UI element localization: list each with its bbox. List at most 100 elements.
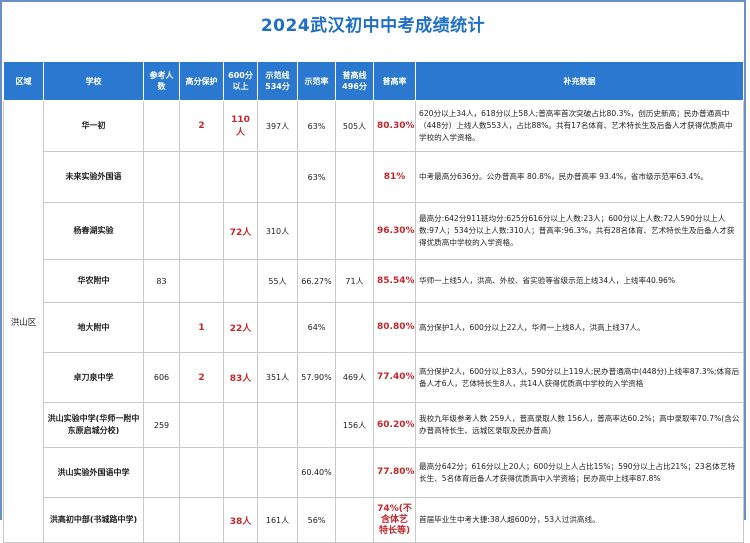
header-row: 区域 学校 参考人数 高分保护 600分以上 示范线534分 示范率 普高线49… bbox=[3, 61, 744, 101]
note-cell: 华师一上线5人，洪高、外校、省实验等省级示范上线34人，上线率40.96% bbox=[415, 259, 744, 303]
col-header: 补充数据 bbox=[415, 61, 744, 101]
col-header: 示范线534分 bbox=[257, 61, 298, 101]
table-row: 华农附中 83 55人 66.27% 71人 85.54% 华师一上线5人，洪高… bbox=[4, 259, 744, 303]
demo-rate-cell: 60.40% bbox=[297, 447, 336, 498]
table-row: 地大附中 1 22人 64% 80.80% 高分保护1人，600分以上22人，华… bbox=[4, 302, 744, 353]
general-rate-cell: 60.20% bbox=[373, 402, 416, 448]
over600-cell: 110人 bbox=[223, 100, 258, 152]
demo-line-cell bbox=[257, 447, 298, 498]
over600-cell bbox=[223, 151, 258, 203]
general-line-cell bbox=[335, 302, 374, 353]
col-header: 普高率 bbox=[373, 61, 416, 101]
high-protect-cell bbox=[179, 402, 224, 448]
over600-cell bbox=[223, 259, 258, 303]
school-cell: 洪山实验外国语中学 bbox=[43, 447, 144, 498]
over600-cell: 22人 bbox=[223, 302, 258, 353]
demo-rate-cell: 63% bbox=[297, 151, 336, 203]
ref-cell bbox=[143, 302, 180, 353]
demo-rate-cell: 56% bbox=[297, 497, 336, 543]
note-cell: 高分保护2人，600分以上83人，590分以上119人;民办普通高中(448分)… bbox=[415, 352, 744, 403]
demo-rate-cell bbox=[297, 202, 336, 260]
general-line-cell bbox=[335, 202, 374, 260]
school-cell: 地大附中 bbox=[43, 302, 144, 353]
col-header: 高分保护 bbox=[179, 61, 224, 101]
school-cell: 卓刀泉中学 bbox=[43, 352, 144, 403]
general-rate-cell: 77.80% bbox=[373, 447, 416, 498]
over600-cell: 83人 bbox=[223, 352, 258, 403]
ref-cell bbox=[143, 497, 180, 543]
general-rate-cell: 80.80% bbox=[373, 302, 416, 353]
table-row: 杨春湖实验 72人 310人 96.30% 最高分:642分911班均分:625… bbox=[4, 202, 744, 260]
demo-rate-cell: 66.27% bbox=[297, 259, 336, 303]
page-title: 2024武汉初中中考成绩统计 bbox=[260, 16, 486, 36]
note-cell: 最高分642分；616分以上20人；600分以上人占比15%；590分以上占比2… bbox=[415, 447, 744, 498]
ref-cell: 259 bbox=[143, 402, 180, 448]
school-cell: 未来实验外国语 bbox=[43, 151, 144, 203]
school-cell: 华一初 bbox=[43, 100, 144, 152]
ref-cell: 83 bbox=[143, 259, 180, 303]
general-rate-cell: 85.54% bbox=[373, 259, 416, 303]
over600-cell: 72人 bbox=[223, 202, 258, 260]
demo-rate-cell bbox=[297, 402, 336, 448]
school-cell: 洪山实验中学(华师一附中东原启城分校) bbox=[43, 402, 144, 448]
score-table: 区域 学校 参考人数 高分保护 600分以上 示范线534分 示范率 普高线49… bbox=[3, 61, 744, 543]
table-row: 洪山实验外国语中学 60.40% 77.80% 最高分642分；616分以上20… bbox=[4, 447, 744, 498]
general-line-cell: 156人 bbox=[335, 402, 374, 448]
general-line-cell bbox=[335, 447, 374, 498]
ref-cell bbox=[143, 151, 180, 203]
general-line-cell: 469人 bbox=[335, 352, 374, 403]
col-header: 示范率 bbox=[297, 61, 336, 101]
col-header: 区域 bbox=[3, 61, 44, 101]
col-header: 学校 bbox=[43, 61, 144, 101]
table-row: 卓刀泉中学 606 2 83人 351人 57.90% 469人 77.40% … bbox=[4, 352, 744, 403]
general-rate-cell: 81% bbox=[373, 151, 416, 203]
note-cell: 最高分:642分911班均分:625分616分以上人数:23人；600分以上人数… bbox=[415, 202, 744, 260]
demo-rate-cell: 57.90% bbox=[297, 352, 336, 403]
school-cell: 华农附中 bbox=[43, 259, 144, 303]
over600-cell bbox=[223, 402, 258, 448]
general-rate-cell: 74%(不含体艺特长等) bbox=[373, 497, 416, 543]
demo-line-cell bbox=[257, 302, 298, 353]
note-cell: 中考最高分636分。公办普高率 80.8%，民办普高率 93.4%，省市级示范率… bbox=[415, 151, 744, 203]
school-cell: 杨春湖实验 bbox=[43, 202, 144, 260]
note-cell: 620分以上34人，618分以上58人;普高率首次突破占比80.3%，创历史新高… bbox=[415, 100, 744, 152]
general-rate-cell: 96.30% bbox=[373, 202, 416, 260]
note-cell: 高分保护1人，600分以上22人，华师一上线8人，洪高上线37人。 bbox=[415, 302, 744, 353]
ref-cell bbox=[143, 100, 180, 152]
general-line-cell bbox=[335, 151, 374, 203]
demo-line-cell: 161人 bbox=[257, 497, 298, 543]
high-protect-cell bbox=[179, 259, 224, 303]
high-protect-cell bbox=[179, 202, 224, 260]
table-row: 未来实验外国语 63% 81% 中考最高分636分。公办普高率 80.8%，民办… bbox=[4, 151, 744, 203]
table-row: 洪山区 华一初 2 110人 397人 63% 505人 80.30% 620分… bbox=[3, 100, 744, 543]
demo-rate-cell: 63% bbox=[297, 100, 336, 152]
high-protect-cell: 1 bbox=[179, 302, 224, 353]
district-cell: 洪山区 bbox=[3, 100, 44, 543]
high-protect-cell: 2 bbox=[179, 352, 224, 403]
demo-line-cell: 351人 bbox=[257, 352, 298, 403]
general-line-cell: 505人 bbox=[335, 100, 374, 152]
general-rate-cell: 80.30% bbox=[373, 100, 416, 152]
demo-line-cell: 397人 bbox=[257, 100, 298, 152]
ref-cell bbox=[143, 447, 180, 498]
ref-cell: 606 bbox=[143, 352, 180, 403]
ref-cell bbox=[143, 202, 180, 260]
general-line-cell: 71人 bbox=[335, 259, 374, 303]
demo-line-cell bbox=[257, 151, 298, 203]
note-cell: 我校九年级参考人数 259人，普高录取人数 156人，普高率达60.2%；高中录… bbox=[415, 402, 744, 448]
col-header: 普高线496分 bbox=[335, 61, 374, 101]
general-rate-cell: 77.40% bbox=[373, 352, 416, 403]
over600-cell bbox=[223, 447, 258, 498]
table-row: 洪山实验中学(华师一附中东原启城分校) 259 156人 60.20% 我校九年… bbox=[4, 402, 744, 448]
high-protect-cell: 2 bbox=[179, 100, 224, 152]
school-cell: 洪高初中部(书城路中学) bbox=[43, 497, 144, 543]
demo-line-cell bbox=[257, 402, 298, 448]
high-protect-cell bbox=[179, 497, 224, 543]
over600-cell: 38人 bbox=[223, 497, 258, 543]
general-line-cell bbox=[335, 497, 374, 543]
high-protect-cell bbox=[179, 151, 224, 203]
col-header: 600分以上 bbox=[223, 61, 258, 101]
demo-rate-cell: 64% bbox=[297, 302, 336, 353]
col-header: 参考人数 bbox=[143, 61, 180, 101]
table-row: 洪高初中部(书城路中学) 38人 161人 56% 74%(不含体艺特长等) 首… bbox=[4, 497, 744, 543]
